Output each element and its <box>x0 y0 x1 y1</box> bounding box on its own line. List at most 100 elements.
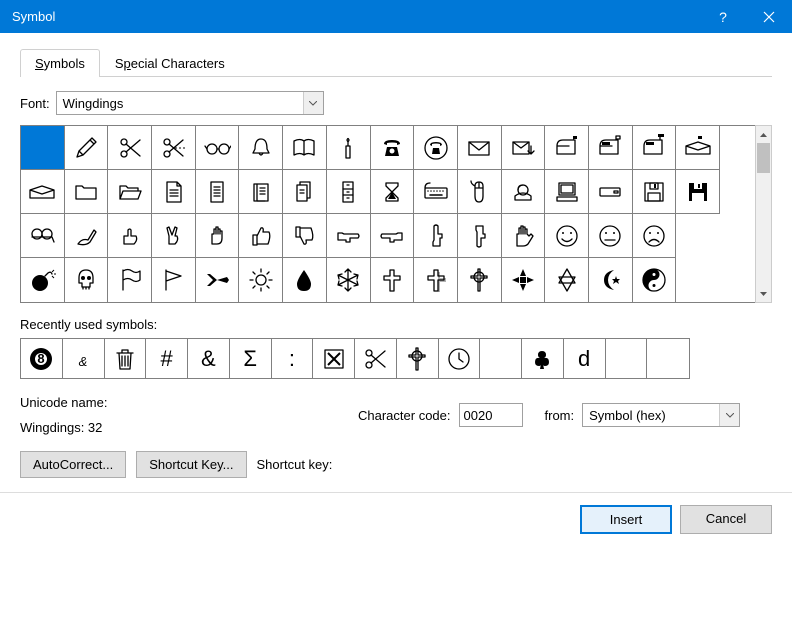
symbol-cell[interactable] <box>21 258 65 302</box>
symbol-cell[interactable] <box>633 214 677 258</box>
recent-cell[interactable]: d <box>564 339 606 378</box>
symbol-cell[interactable] <box>502 126 546 170</box>
symbol-cell[interactable] <box>633 258 677 302</box>
recent-cell[interactable]: & <box>63 339 105 378</box>
shortcut-key-label: Shortcut key: <box>257 457 333 472</box>
recent-cell[interactable]: Σ <box>230 339 272 378</box>
symbol-cell[interactable] <box>108 258 152 302</box>
recent-cell[interactable] <box>397 339 439 378</box>
recent-cell[interactable] <box>522 339 564 378</box>
svg-text:8: 8 <box>38 351 45 366</box>
recent-cell[interactable] <box>480 339 522 378</box>
symbol-cell[interactable] <box>545 126 589 170</box>
recent-cell[interactable] <box>439 339 481 378</box>
symbol-cell[interactable] <box>371 214 415 258</box>
tab-special-characters[interactable]: Special Characters <box>100 49 240 77</box>
symbol-cell[interactable] <box>458 170 502 214</box>
symbol-cell[interactable] <box>327 126 371 170</box>
recent-cell[interactable]: 8 <box>21 339 63 378</box>
symbol-cell[interactable] <box>327 170 371 214</box>
from-combo[interactable]: Symbol (hex) <box>582 403 740 427</box>
symbol-cell[interactable] <box>21 214 65 258</box>
scroll-down-icon[interactable] <box>756 285 771 302</box>
symbol-cell[interactable] <box>327 214 371 258</box>
insert-button[interactable]: Insert <box>580 505 672 534</box>
symbol-cell[interactable] <box>152 214 196 258</box>
symbol-cell[interactable] <box>283 170 327 214</box>
cancel-button[interactable]: Cancel <box>680 505 772 534</box>
symbol-cell[interactable] <box>239 214 283 258</box>
symbol-cell[interactable] <box>676 170 720 214</box>
symbol-cell[interactable] <box>239 126 283 170</box>
from-label: from: <box>545 408 575 423</box>
recent-cell[interactable]: : <box>272 339 314 378</box>
font-combo[interactable]: Wingdings <box>56 91 324 115</box>
recent-cell[interactable] <box>606 339 648 378</box>
symbol-cell[interactable] <box>239 258 283 302</box>
symbol-cell[interactable] <box>283 214 327 258</box>
symbol-cell[interactable] <box>589 170 633 214</box>
symbol-cell[interactable] <box>65 126 109 170</box>
symbol-cell[interactable] <box>283 258 327 302</box>
symbol-cell[interactable] <box>108 214 152 258</box>
symbol-cell[interactable] <box>239 170 283 214</box>
font-label: Font: <box>20 96 50 111</box>
symbol-cell[interactable] <box>414 214 458 258</box>
chevron-down-icon <box>719 404 739 426</box>
symbol-cell[interactable] <box>196 214 240 258</box>
symbol-cell[interactable] <box>458 258 502 302</box>
symbol-cell[interactable] <box>196 170 240 214</box>
symbol-cell[interactable] <box>152 170 196 214</box>
symbol-cell[interactable] <box>108 126 152 170</box>
symbol-cell[interactable] <box>371 170 415 214</box>
recent-cell[interactable]: & <box>188 339 230 378</box>
symbol-cell[interactable] <box>65 258 109 302</box>
recent-cell[interactable] <box>355 339 397 378</box>
symbol-cell[interactable] <box>65 170 109 214</box>
symbol-cell[interactable] <box>545 258 589 302</box>
symbol-cell[interactable] <box>589 126 633 170</box>
symbol-cell[interactable] <box>283 126 327 170</box>
symbol-cell[interactable] <box>371 258 415 302</box>
scroll-thumb[interactable] <box>757 143 770 173</box>
symbol-cell[interactable] <box>152 126 196 170</box>
symbol-cell[interactable] <box>676 126 720 170</box>
symbol-cell[interactable] <box>502 170 546 214</box>
symbol-cell[interactable] <box>502 214 546 258</box>
symbol-cell[interactable] <box>21 126 65 170</box>
symbol-cell[interactable] <box>589 214 633 258</box>
symbol-cell[interactable] <box>545 214 589 258</box>
symbol-cell[interactable] <box>414 170 458 214</box>
symbol-cell[interactable] <box>108 170 152 214</box>
char-code-label: Character code: <box>358 408 451 423</box>
symbol-cell[interactable] <box>327 258 371 302</box>
symbol-cell[interactable] <box>633 126 677 170</box>
symbol-cell[interactable] <box>371 126 415 170</box>
char-code-input[interactable] <box>459 403 523 427</box>
symbol-cell[interactable] <box>633 170 677 214</box>
symbol-cell[interactable] <box>65 214 109 258</box>
recent-cell[interactable] <box>647 339 689 378</box>
symbol-cell[interactable] <box>589 258 633 302</box>
symbol-cell[interactable] <box>21 170 65 214</box>
symbol-cell[interactable] <box>458 214 502 258</box>
symbol-cell[interactable] <box>152 258 196 302</box>
tab-symbols[interactable]: Symbols <box>20 49 100 77</box>
grid-scrollbar[interactable] <box>755 125 772 303</box>
recent-cell[interactable]: # <box>146 339 188 378</box>
unicode-name-value: Wingdings: 32 <box>20 420 350 435</box>
symbol-cell[interactable] <box>502 258 546 302</box>
scroll-up-icon[interactable] <box>756 126 771 143</box>
symbol-cell[interactable] <box>545 170 589 214</box>
recent-cell[interactable] <box>313 339 355 378</box>
help-button[interactable]: ? <box>700 0 746 33</box>
symbol-cell[interactable] <box>196 126 240 170</box>
shortcut-key-button[interactable]: Shortcut Key... <box>136 451 246 478</box>
close-button[interactable] <box>746 0 792 33</box>
symbol-cell[interactable] <box>414 258 458 302</box>
symbol-cell[interactable] <box>414 126 458 170</box>
recent-cell[interactable] <box>105 339 147 378</box>
symbol-cell[interactable] <box>196 258 240 302</box>
autocorrect-button[interactable]: AutoCorrect... <box>20 451 126 478</box>
symbol-cell[interactable] <box>458 126 502 170</box>
